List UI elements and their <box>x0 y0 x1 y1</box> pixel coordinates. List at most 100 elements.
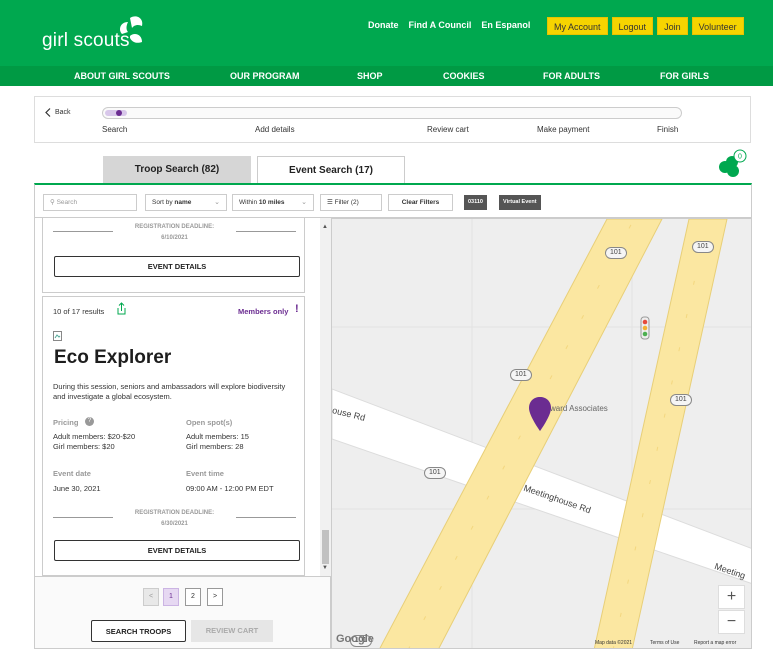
event-date-label: Event date <box>53 469 91 478</box>
map[interactable]: 101 101 101 101 101 101 ouse Rd Meetingh… <box>331 218 752 649</box>
report-error-link[interactable]: Report a map error <box>694 640 736 646</box>
event-details-button[interactable]: EVENT DETAILS <box>54 540 300 561</box>
prev-event-card: REGISTRATION DEADLINE: 6/10/2021 EVENT D… <box>42 218 305 293</box>
scroll-thumb[interactable] <box>322 530 329 564</box>
search-placeholder: Search <box>56 199 78 206</box>
event-title: Eco Explorer <box>54 347 172 368</box>
chevron-down-icon: ⌄ <box>301 199 307 206</box>
event-time-label: Event time <box>186 469 224 478</box>
divider <box>53 517 113 518</box>
nav-girls[interactable]: FOR GIRLS <box>660 71 709 81</box>
review-cart-button[interactable]: REVIEW CART <box>191 620 273 642</box>
espanol-link[interactable]: En Espanol <box>481 20 530 30</box>
divider <box>236 231 296 232</box>
my-account-button[interactable]: My Account <box>547 17 608 35</box>
route-shield: 101 <box>670 394 692 406</box>
checkout-progress: Back Search Add details Review cart Make… <box>34 96 751 143</box>
nav-program[interactable]: OUR PROGRAM <box>230 71 300 81</box>
tab-troop-search[interactable]: Troop Search (82) <box>103 156 251 183</box>
event-time: 09:00 AM - 12:00 PM EDT <box>186 484 274 493</box>
google-logo: Google <box>336 633 374 645</box>
step-search: Search <box>102 125 128 134</box>
pricing-label: Pricing <box>53 418 79 427</box>
pricing-adult: Adult members: $20-$20 <box>53 432 136 441</box>
search-input[interactable]: ⚲ Search <box>43 194 137 211</box>
donate-link[interactable]: Donate <box>368 20 399 30</box>
nav-about[interactable]: ABOUT GIRL SCOUTS <box>74 71 170 81</box>
deadline-label: REGISTRATION DEADLINE: <box>134 224 215 230</box>
page-2-button[interactable]: 2 <box>185 588 201 606</box>
scroll-up-icon[interactable]: ▲ <box>322 224 328 230</box>
deadline-date: 6/30/2021 <box>161 521 188 527</box>
filter-chip-virtual[interactable]: Virtual Event <box>499 195 541 210</box>
filter-label: Filter (2) <box>334 199 359 206</box>
within-value: 10 miles <box>258 199 285 206</box>
filter-bar: ⚲ Search Sort by name ⌄ Within 10 miles … <box>34 183 752 218</box>
spots-girl: Girl members: 28 <box>186 442 244 451</box>
find-council-link[interactable]: Find A Council <box>409 20 472 30</box>
route-shield: 101 <box>605 247 627 259</box>
clear-filters-button[interactable]: Clear Filters <box>388 194 453 211</box>
deadline-date: 6/10/2021 <box>161 235 188 241</box>
within-prefix: Within <box>239 199 258 206</box>
progress-track <box>102 107 682 119</box>
progress-dot <box>116 110 122 116</box>
zoom-out-button[interactable]: − <box>718 610 745 634</box>
sort-value: name <box>174 199 192 206</box>
step-review-cart: Review cart <box>427 125 469 134</box>
divider <box>53 231 113 232</box>
search-icon: ⚲ <box>50 199 55 206</box>
route-shield: 101 <box>424 467 446 479</box>
search-troops-button[interactable]: SEARCH TROOPS <box>91 620 186 642</box>
filter-button[interactable]: ☰ Filter (2) <box>320 194 382 211</box>
filter-icon: ☰ <box>327 199 333 206</box>
next-page-button[interactable]: > <box>207 588 223 606</box>
filter-chip-zip[interactable]: 03110 <box>464 195 487 210</box>
traffic-light-icon <box>640 316 650 340</box>
prev-page-button[interactable]: < <box>143 588 159 606</box>
join-button[interactable]: Join <box>657 17 688 35</box>
event-date: June 30, 2021 <box>53 484 101 493</box>
results-count: 10 of 17 results <box>53 307 105 316</box>
step-add-details: Add details <box>255 125 295 134</box>
volunteer-button[interactable]: Volunteer <box>691 17 744 35</box>
tab-event-search[interactable]: Event Search (17) <box>257 156 405 183</box>
event-description: During this session, seniors and ambassa… <box>53 382 286 401</box>
place-label: ward Associates <box>550 404 608 413</box>
step-finish: Finish <box>657 125 679 134</box>
nav-cookies[interactable]: COOKIES <box>443 71 485 81</box>
help-icon[interactable]: ? <box>85 417 94 426</box>
list-scrollbar[interactable]: ▲ ▼ <box>320 218 331 576</box>
nav-adults[interactable]: FOR ADULTS <box>543 71 600 81</box>
deadline-label: REGISTRATION DEADLINE: <box>134 510 215 516</box>
zoom-in-button[interactable]: + <box>718 585 745 609</box>
back-button[interactable]: Back <box>45 108 71 117</box>
members-only-badge: Members only <box>238 307 289 316</box>
location-pin-icon[interactable] <box>528 396 552 432</box>
list-footer: < 1 2 > SEARCH TROOPS REVIEW CART <box>34 576 331 649</box>
site-header: girl scouts Donate Find A Council En Esp… <box>0 0 773 66</box>
chevron-down-icon: ⌄ <box>214 199 220 206</box>
scroll-down-icon[interactable]: ▼ <box>322 565 328 571</box>
page-1-button[interactable]: 1 <box>163 588 179 606</box>
route-shield: 101 <box>510 369 532 381</box>
terms-link[interactable]: Terms of Use <box>650 640 679 646</box>
map-canvas[interactable] <box>332 219 752 649</box>
step-make-payment: Make payment <box>537 125 590 134</box>
cookie-cart-icon[interactable]: 0 <box>716 148 748 180</box>
main-nav: ABOUT GIRL SCOUTS OUR PROGRAM SHOP COOKI… <box>0 66 773 86</box>
sort-prefix: Sort by <box>152 199 173 206</box>
spots-adult: Adult members: 15 <box>186 432 249 441</box>
map-data-text: Map data ©2021 <box>595 640 633 646</box>
sort-select[interactable]: Sort by name ⌄ <box>145 194 227 211</box>
nav-shop[interactable]: SHOP <box>357 71 383 81</box>
route-shield: 101 <box>692 241 714 253</box>
pricing-girl: Girl members: $20 <box>53 442 115 451</box>
event-details-button[interactable]: EVENT DETAILS <box>54 256 300 277</box>
results-list: REGISTRATION DEADLINE: 6/10/2021 EVENT D… <box>34 218 331 576</box>
trefoil-logo-icon[interactable] <box>116 14 146 48</box>
logout-button[interactable]: Logout <box>611 17 654 35</box>
share-icon[interactable] <box>116 302 127 315</box>
distance-select[interactable]: Within 10 miles ⌄ <box>232 194 314 211</box>
cart-count: 0 <box>738 154 742 161</box>
